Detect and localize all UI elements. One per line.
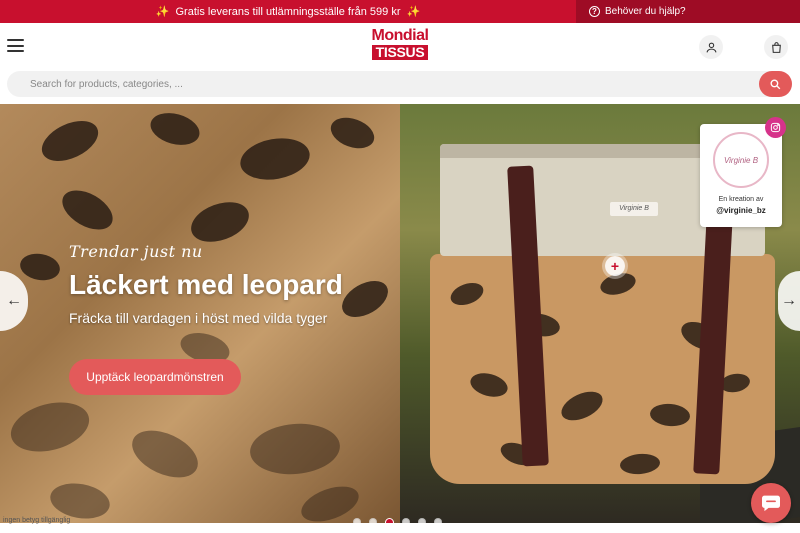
promo-banner: ✨ Gratis leverans till utlämningsställe … xyxy=(0,0,576,23)
creator-avatar: Virginie B xyxy=(713,132,769,188)
product-hotspot[interactable]: + xyxy=(605,256,625,276)
shopping-bag-icon xyxy=(771,41,781,53)
leopard-bag-image: Virginie B + Virginie B En kreation av @… xyxy=(400,104,800,523)
help-text: Behöver du hjälp? xyxy=(605,6,686,17)
arrow-right-icon: → xyxy=(781,292,797,309)
bag-tag: Virginie B xyxy=(610,202,658,216)
hero-text: Trendar just nu Läckert med leopard Fräc… xyxy=(69,242,399,327)
creator-card[interactable]: Virginie B En kreation av @virginie_bz xyxy=(700,124,782,227)
help-icon: ? xyxy=(589,6,600,17)
carousel-dot-4[interactable] xyxy=(402,518,410,523)
search-button[interactable] xyxy=(759,71,792,97)
instagram-icon[interactable] xyxy=(765,117,786,138)
rating-text: ingen betyg tillgänglig xyxy=(3,517,71,524)
carousel-dot-1[interactable] xyxy=(353,518,361,523)
carousel-next-button[interactable]: → xyxy=(778,271,800,331)
promo-text: Gratis leverans till utlämningsställe fr… xyxy=(175,5,401,18)
site-logo[interactable]: Mondial TISSUS xyxy=(366,28,434,62)
help-link[interactable]: ? Behöver du hjälp? xyxy=(576,0,800,23)
hero-subline: Fräcka till vardagen i höst med vilda ty… xyxy=(69,310,328,326)
chat-icon xyxy=(762,495,780,512)
search-input[interactable] xyxy=(7,71,757,97)
search-icon xyxy=(770,78,781,89)
cart-button[interactable] xyxy=(764,35,788,59)
arrow-left-icon: ← xyxy=(6,292,22,309)
sparkle-icon: ✨ xyxy=(155,6,170,18)
search-bar xyxy=(7,71,792,97)
announcement-bar: ✨ Gratis leverans till utlämningsställe … xyxy=(0,0,800,23)
carousel-dot-2[interactable] xyxy=(369,518,377,523)
carousel-dot-5[interactable] xyxy=(418,518,426,523)
user-icon xyxy=(706,42,716,52)
creator-by: En kreation av xyxy=(718,196,764,203)
hamburger-icon[interactable] xyxy=(7,39,24,52)
logo-top: Mondial xyxy=(371,27,429,44)
discover-leopard-button[interactable]: Upptäck leopardmönstren xyxy=(69,359,241,395)
search-row xyxy=(0,68,800,104)
site-header: Mondial TISSUS xyxy=(0,23,800,68)
hero-eyebrow: Trendar just nu xyxy=(69,242,203,261)
chat-button[interactable] xyxy=(751,483,791,523)
logo-bottom: TISSUS xyxy=(371,45,429,60)
carousel-pagination xyxy=(353,518,442,523)
hero-carousel: Virginie B + Virginie B En kreation av @… xyxy=(0,104,800,523)
hero-headline: Läckert med leopard xyxy=(69,269,343,300)
account-button[interactable] xyxy=(699,35,723,59)
creator-handle: @virginie_bz xyxy=(716,206,766,215)
carousel-dot-3[interactable] xyxy=(385,518,394,523)
carousel-dot-6[interactable] xyxy=(434,518,442,523)
sparkle-icon: ✨ xyxy=(406,6,421,18)
